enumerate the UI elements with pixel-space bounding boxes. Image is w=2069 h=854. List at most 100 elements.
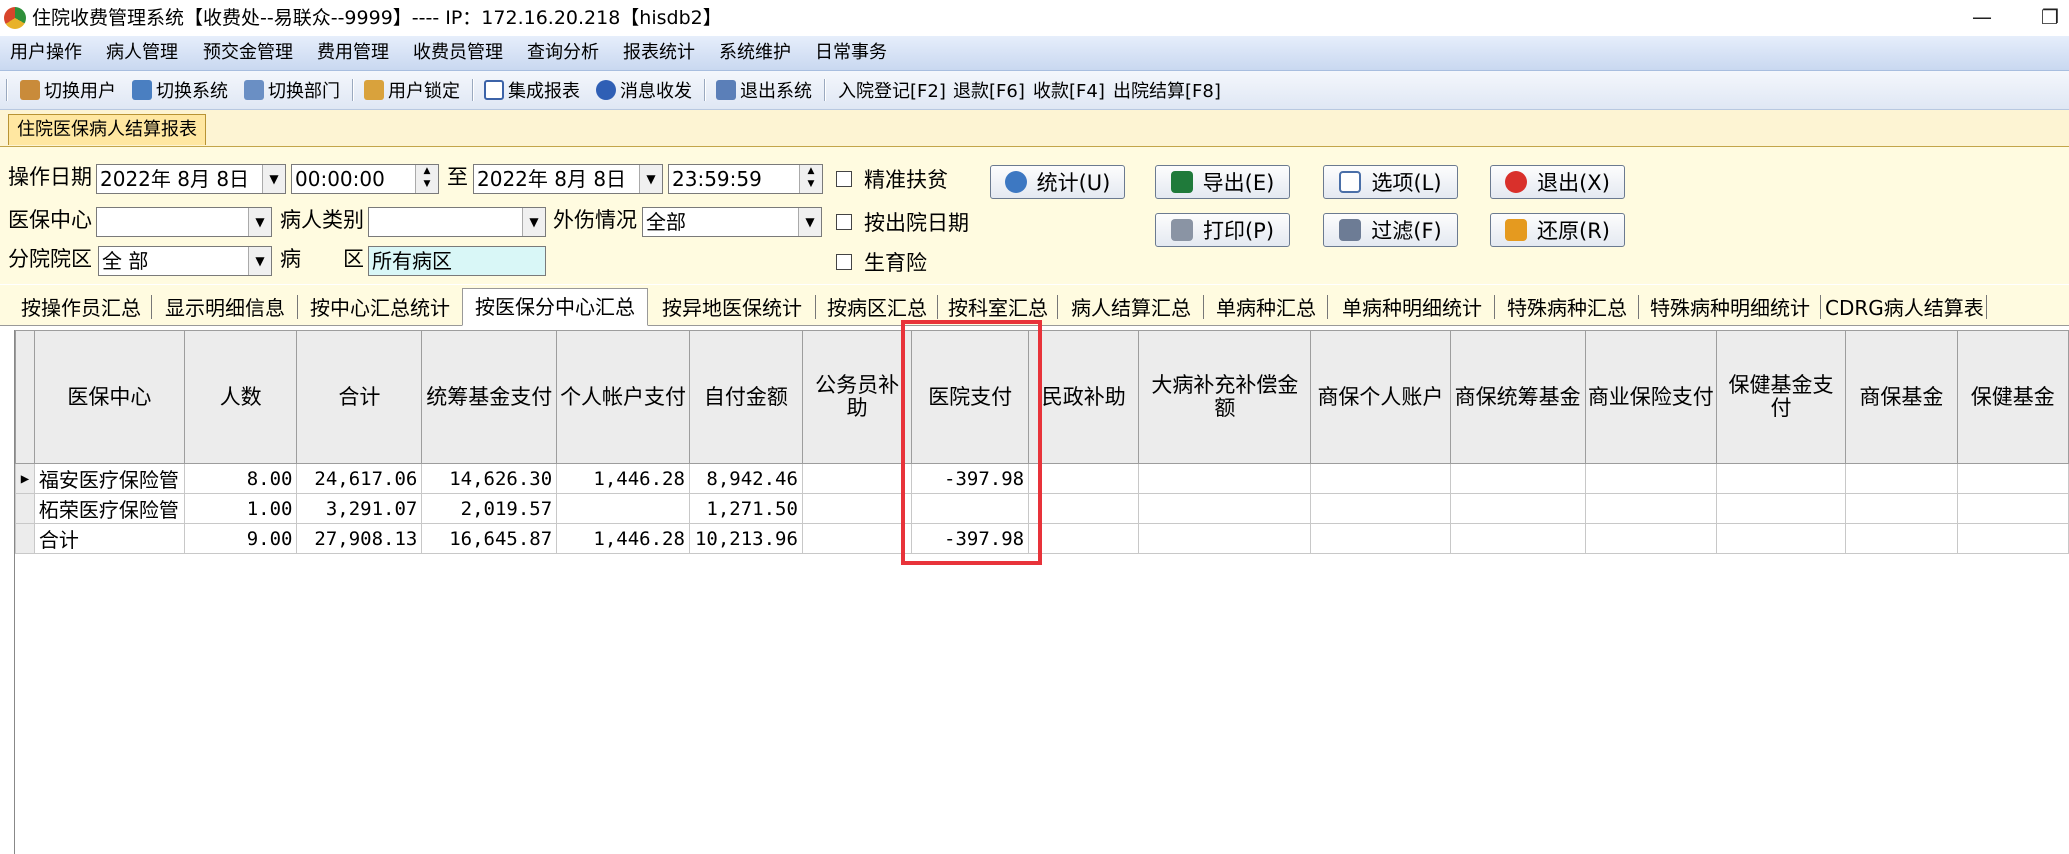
tab-by-remote[interactable]: 按异地医保统计 <box>652 293 812 324</box>
table-cell[interactable] <box>1138 523 1312 554</box>
switch-user-button[interactable]: 切换用户 <box>20 77 116 103</box>
col-header[interactable]: 商保基金 <box>1845 330 1958 464</box>
table-cell[interactable]: 2,019.57 <box>421 493 558 524</box>
tab-show-detail[interactable]: 显示明细信息 <box>156 293 294 324</box>
table-cell[interactable] <box>1138 493 1312 524</box>
col-header[interactable]: 保健基金 <box>1956 330 2069 464</box>
exit-system-button[interactable]: 退出系统 <box>716 77 812 103</box>
checkbox-icon[interactable] <box>836 254 852 270</box>
collect-button[interactable]: 收款[F4] <box>1033 77 1105 103</box>
col-header[interactable]: 统筹基金支付 <box>421 330 558 464</box>
chevron-down-icon[interactable]: ▼ <box>248 247 271 275</box>
options-button[interactable]: 选项(L) <box>1323 165 1458 199</box>
col-header[interactable]: 商保个人账户 <box>1310 330 1451 464</box>
table-cell[interactable]: 福安医疗保险管 <box>33 463 185 494</box>
table-cell[interactable] <box>801 493 913 524</box>
table-cell[interactable] <box>1584 523 1717 554</box>
col-header[interactable]: 自付金额 <box>688 330 803 464</box>
spinner-icon[interactable]: ▲ ▼ <box>415 165 438 193</box>
tab-single-disease-detail[interactable]: 单病种明细统计 <box>1332 293 1492 324</box>
exit-button[interactable]: 退出(X) <box>1490 165 1625 199</box>
start-time-input[interactable]: 00:00:00 ▲ ▼ <box>291 164 439 194</box>
menu-user-ops[interactable]: 用户操作 <box>10 42 82 64</box>
menu-reports[interactable]: 报表统计 <box>623 42 695 64</box>
integrated-report-button[interactable]: 集成报表 <box>484 77 580 103</box>
start-date-picker[interactable]: 2022年 8月 8日 ▼ <box>96 164 286 194</box>
restore-button[interactable]: ❐ <box>2030 2 2069 32</box>
filter-button[interactable]: 过滤(F) <box>1323 213 1458 247</box>
refund-button[interactable]: 退款[F6] <box>953 77 1025 103</box>
table-cell[interactable] <box>1028 493 1140 524</box>
row-indicator[interactable]: ▶ <box>15 463 35 494</box>
print-button[interactable]: 打印(P) <box>1155 213 1290 247</box>
table-cell[interactable]: 27,908.13 <box>296 523 423 554</box>
table-cell[interactable] <box>1845 523 1958 554</box>
table-cell[interactable]: 16,645.87 <box>421 523 558 554</box>
col-header[interactable]: 人数 <box>183 330 298 464</box>
menu-query[interactable]: 查询分析 <box>527 42 599 64</box>
injury-select[interactable]: 全部 ▼ <box>642 207 822 237</box>
admission-button[interactable]: 入院登记[F2] <box>838 77 946 103</box>
tab-patient-settlement[interactable]: 病人结算汇总 <box>1062 293 1200 324</box>
minimize-button[interactable]: — <box>1962 2 2002 32</box>
table-cell[interactable]: 合计 <box>33 523 185 554</box>
table-cell[interactable]: 1,446.28 <box>556 463 690 494</box>
table-cell[interactable]: 柘荣医疗保险管 <box>33 493 185 524</box>
insurance-center-select[interactable]: ▼ <box>96 207 272 237</box>
spinner-icon[interactable]: ▲ ▼ <box>799 165 822 193</box>
table-cell[interactable] <box>1138 463 1312 494</box>
tab-by-operator[interactable]: 按操作员汇总 <box>14 293 148 324</box>
table-cell[interactable] <box>801 463 913 494</box>
table-cell[interactable] <box>1028 523 1140 554</box>
table-cell[interactable]: 1.00 <box>183 493 298 524</box>
document-tab[interactable]: 住院医保病人结算报表 <box>8 114 206 145</box>
table-cell[interactable] <box>1310 523 1451 554</box>
table-cell[interactable]: 14,626.30 <box>421 463 558 494</box>
col-header[interactable]: 大病补充补偿金额 <box>1138 330 1312 464</box>
menu-cashier[interactable]: 收费员管理 <box>413 42 503 64</box>
checkbox-icon[interactable] <box>836 171 852 187</box>
lock-user-button[interactable]: 用户锁定 <box>364 77 460 103</box>
table-cell[interactable] <box>1715 493 1847 524</box>
row-indicator[interactable] <box>15 523 35 554</box>
table-cell[interactable] <box>1028 463 1140 494</box>
col-header[interactable]: 医保中心 <box>33 330 185 464</box>
table-cell[interactable] <box>1845 493 1958 524</box>
table-cell[interactable] <box>1449 463 1586 494</box>
col-header[interactable]: 合计 <box>296 330 423 464</box>
table-cell[interactable] <box>1956 523 2069 554</box>
table-cell[interactable]: 1,446.28 <box>556 523 690 554</box>
discharge-settle-button[interactable]: 出院结算[F8] <box>1113 77 1221 103</box>
table-cell[interactable] <box>1715 463 1847 494</box>
export-button[interactable]: 导出(E) <box>1155 165 1290 199</box>
patient-type-select[interactable]: ▼ <box>368 207 546 237</box>
table-cell[interactable] <box>1715 523 1847 554</box>
data-grid[interactable]: 医保中心 人数 合计 统筹基金支付 个人帐户支付 自付金额 公务员补助 医院支付… <box>15 330 2069 554</box>
row-indicator[interactable] <box>15 493 35 524</box>
end-time-input[interactable]: 23:59:59 ▲ ▼ <box>668 164 823 194</box>
table-cell[interactable]: 1,271.50 <box>688 493 803 524</box>
table-cell[interactable] <box>1845 463 1958 494</box>
table-row[interactable]: 柘荣医疗保险管 1.00 3,291.07 2,019.57 1,271.50 <box>15 493 2069 524</box>
message-button[interactable]: 消息收发 <box>596 77 692 103</box>
col-header[interactable]: 民政补助 <box>1028 330 1140 464</box>
chevron-down-icon[interactable]: ▼ <box>639 165 662 193</box>
col-header[interactable]: 商保统筹基金 <box>1449 330 1586 464</box>
discharge-date-checkbox[interactable]: 按出院日期 <box>836 207 969 237</box>
switch-system-button[interactable]: 切换系统 <box>132 77 228 103</box>
table-cell[interactable] <box>1449 523 1586 554</box>
tab-special-disease[interactable]: 特殊病种汇总 <box>1498 293 1636 324</box>
branch-select[interactable]: 全 部 ▼ <box>98 246 272 276</box>
col-header[interactable]: 保健基金支付 <box>1715 330 1847 464</box>
tab-by-sub-center[interactable]: 按医保分中心汇总 <box>462 288 648 326</box>
maternity-checkbox[interactable]: 生育险 <box>836 247 927 277</box>
table-cell[interactable] <box>1956 463 2069 494</box>
chevron-down-icon[interactable]: ▼ <box>798 208 821 236</box>
restore-data-button[interactable]: 还原(R) <box>1490 213 1625 247</box>
table-cell[interactable] <box>1584 463 1717 494</box>
table-cell[interactable] <box>556 493 690 524</box>
table-cell[interactable]: 8.00 <box>183 463 298 494</box>
table-cell[interactable]: 9.00 <box>183 523 298 554</box>
switch-dept-button[interactable]: 切换部门 <box>244 77 340 103</box>
tab-by-center[interactable]: 按中心汇总统计 <box>302 293 458 324</box>
